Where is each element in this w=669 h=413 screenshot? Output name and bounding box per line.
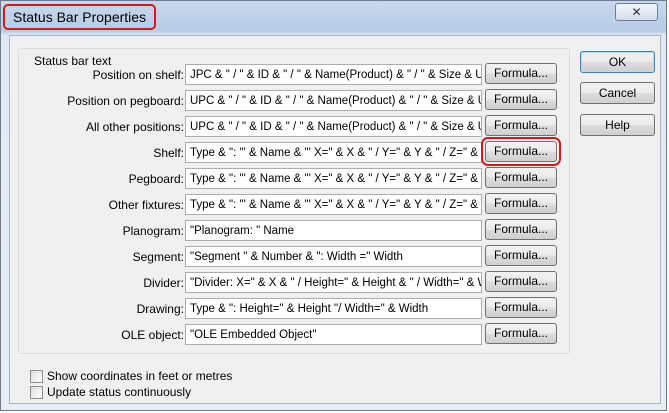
row-position-on-shelf: Position on shelf: JPC & " / " & ID & " … — [10, 63, 570, 86]
formula-button-shelf[interactable]: Formula... — [481, 137, 561, 166]
row-label: Position on shelf: — [92, 68, 184, 82]
close-button[interactable]: ✕ — [615, 3, 658, 21]
row-label: Position on pegboard: — [67, 94, 184, 108]
row-other-fixtures: Other fixtures: Type & ": '" & Name & "'… — [10, 193, 570, 216]
formula-button-all-other-positions[interactable]: Formula... — [485, 115, 557, 136]
row-planogram: Planogram: "Planogram: " Name Formula... — [10, 219, 570, 242]
ole-object-input[interactable]: "OLE Embedded Object" — [185, 324, 482, 345]
row-label: Other fixtures: — [108, 198, 184, 212]
ok-button[interactable]: OK — [580, 51, 655, 73]
formula-button-position-on-shelf[interactable]: Formula... — [485, 63, 557, 84]
cancel-button[interactable]: Cancel — [580, 82, 655, 104]
row-label: All other positions: — [85, 120, 184, 134]
update-status-checkbox-row[interactable]: Update status continuously — [30, 384, 191, 400]
planogram-input[interactable]: "Planogram: " Name — [185, 220, 482, 241]
all-other-positions-input[interactable]: UPC & " / " & ID & " / " & Name(Product)… — [185, 116, 482, 137]
show-coordinates-label: Show coordinates in feet or metres — [47, 369, 233, 383]
close-icon: ✕ — [631, 5, 642, 19]
pegboard-input[interactable]: Type & ": '" & Name & "' X=" & X & " / Y… — [185, 168, 482, 189]
formula-button-position-on-pegboard[interactable]: Formula... — [485, 89, 557, 110]
row-ole-object: OLE object: "OLE Embedded Object" Formul… — [10, 323, 570, 346]
row-position-on-pegboard: Position on pegboard: UPC & " / " & ID &… — [10, 89, 570, 112]
segment-input[interactable]: "Segment " & Number & ": Width =" Width — [185, 246, 482, 267]
row-label: Pegboard: — [128, 172, 184, 186]
formula-button-segment[interactable]: Formula... — [485, 245, 557, 266]
row-all-other-positions: All other positions: UPC & " / " & ID & … — [10, 115, 570, 138]
formula-button-drawing[interactable]: Formula... — [485, 297, 557, 318]
position-on-pegboard-input[interactable]: UPC & " / " & ID & " / " & Name(Product)… — [185, 90, 482, 111]
formula-button-ole-object[interactable]: Formula... — [485, 323, 557, 344]
other-fixtures-input[interactable]: Type & ": '" & Name & "' X=" & X & " / Y… — [185, 194, 482, 215]
formula-button-pegboard[interactable]: Formula... — [485, 167, 557, 188]
shelf-input[interactable]: Type & ": '" & Name & "' X=" & X & " / Y… — [185, 142, 482, 163]
row-segment: Segment: "Segment " & Number & ": Width … — [10, 245, 570, 268]
show-coordinates-checkbox[interactable] — [30, 369, 43, 383]
drawing-input[interactable]: Type & ": Height=" & Height "/ Width=" &… — [185, 298, 482, 319]
row-label: Segment: — [132, 250, 184, 264]
formula-button-planogram[interactable]: Formula... — [485, 219, 557, 240]
row-label: Drawing: — [136, 302, 184, 316]
row-drawing: Drawing: Type & ": Height=" & Height "/ … — [10, 297, 570, 320]
dialog-client-area: Status bar text Position on shelf: JPC &… — [9, 35, 661, 404]
row-pegboard: Pegboard: Type & ": '" & Name & "' X=" &… — [10, 167, 570, 190]
row-label: Planogram: — [122, 224, 184, 238]
show-coordinates-checkbox-row[interactable]: Show coordinates in feet or metres — [30, 368, 232, 384]
help-button[interactable]: Help — [580, 114, 655, 136]
row-divider: Divider: "Divider: X=" & X & " / Height=… — [10, 271, 570, 294]
update-status-label: Update status continuously — [47, 385, 192, 399]
formula-button-divider[interactable]: Formula... — [485, 271, 557, 292]
formula-button-other-fixtures[interactable]: Formula... — [485, 193, 557, 214]
status-bar-properties-dialog: Status Bar Properties ✕ Status bar text … — [0, 0, 667, 411]
row-label: Divider: — [143, 276, 184, 290]
divider-input[interactable]: "Divider: X=" & X & " / Height=" & Heigh… — [185, 272, 482, 293]
row-label: OLE object: — [121, 328, 184, 342]
dialog-title: Status Bar Properties — [3, 4, 157, 30]
position-on-shelf-input[interactable]: JPC & " / " & ID & " / " & Name(Product)… — [185, 64, 482, 85]
row-shelf: Shelf: Type & ": '" & Name & "' X=" & X … — [10, 137, 570, 166]
update-status-checkbox[interactable] — [30, 385, 43, 399]
title-bar: Status Bar Properties ✕ — [1, 1, 666, 35]
row-label: Shelf: — [153, 146, 184, 160]
